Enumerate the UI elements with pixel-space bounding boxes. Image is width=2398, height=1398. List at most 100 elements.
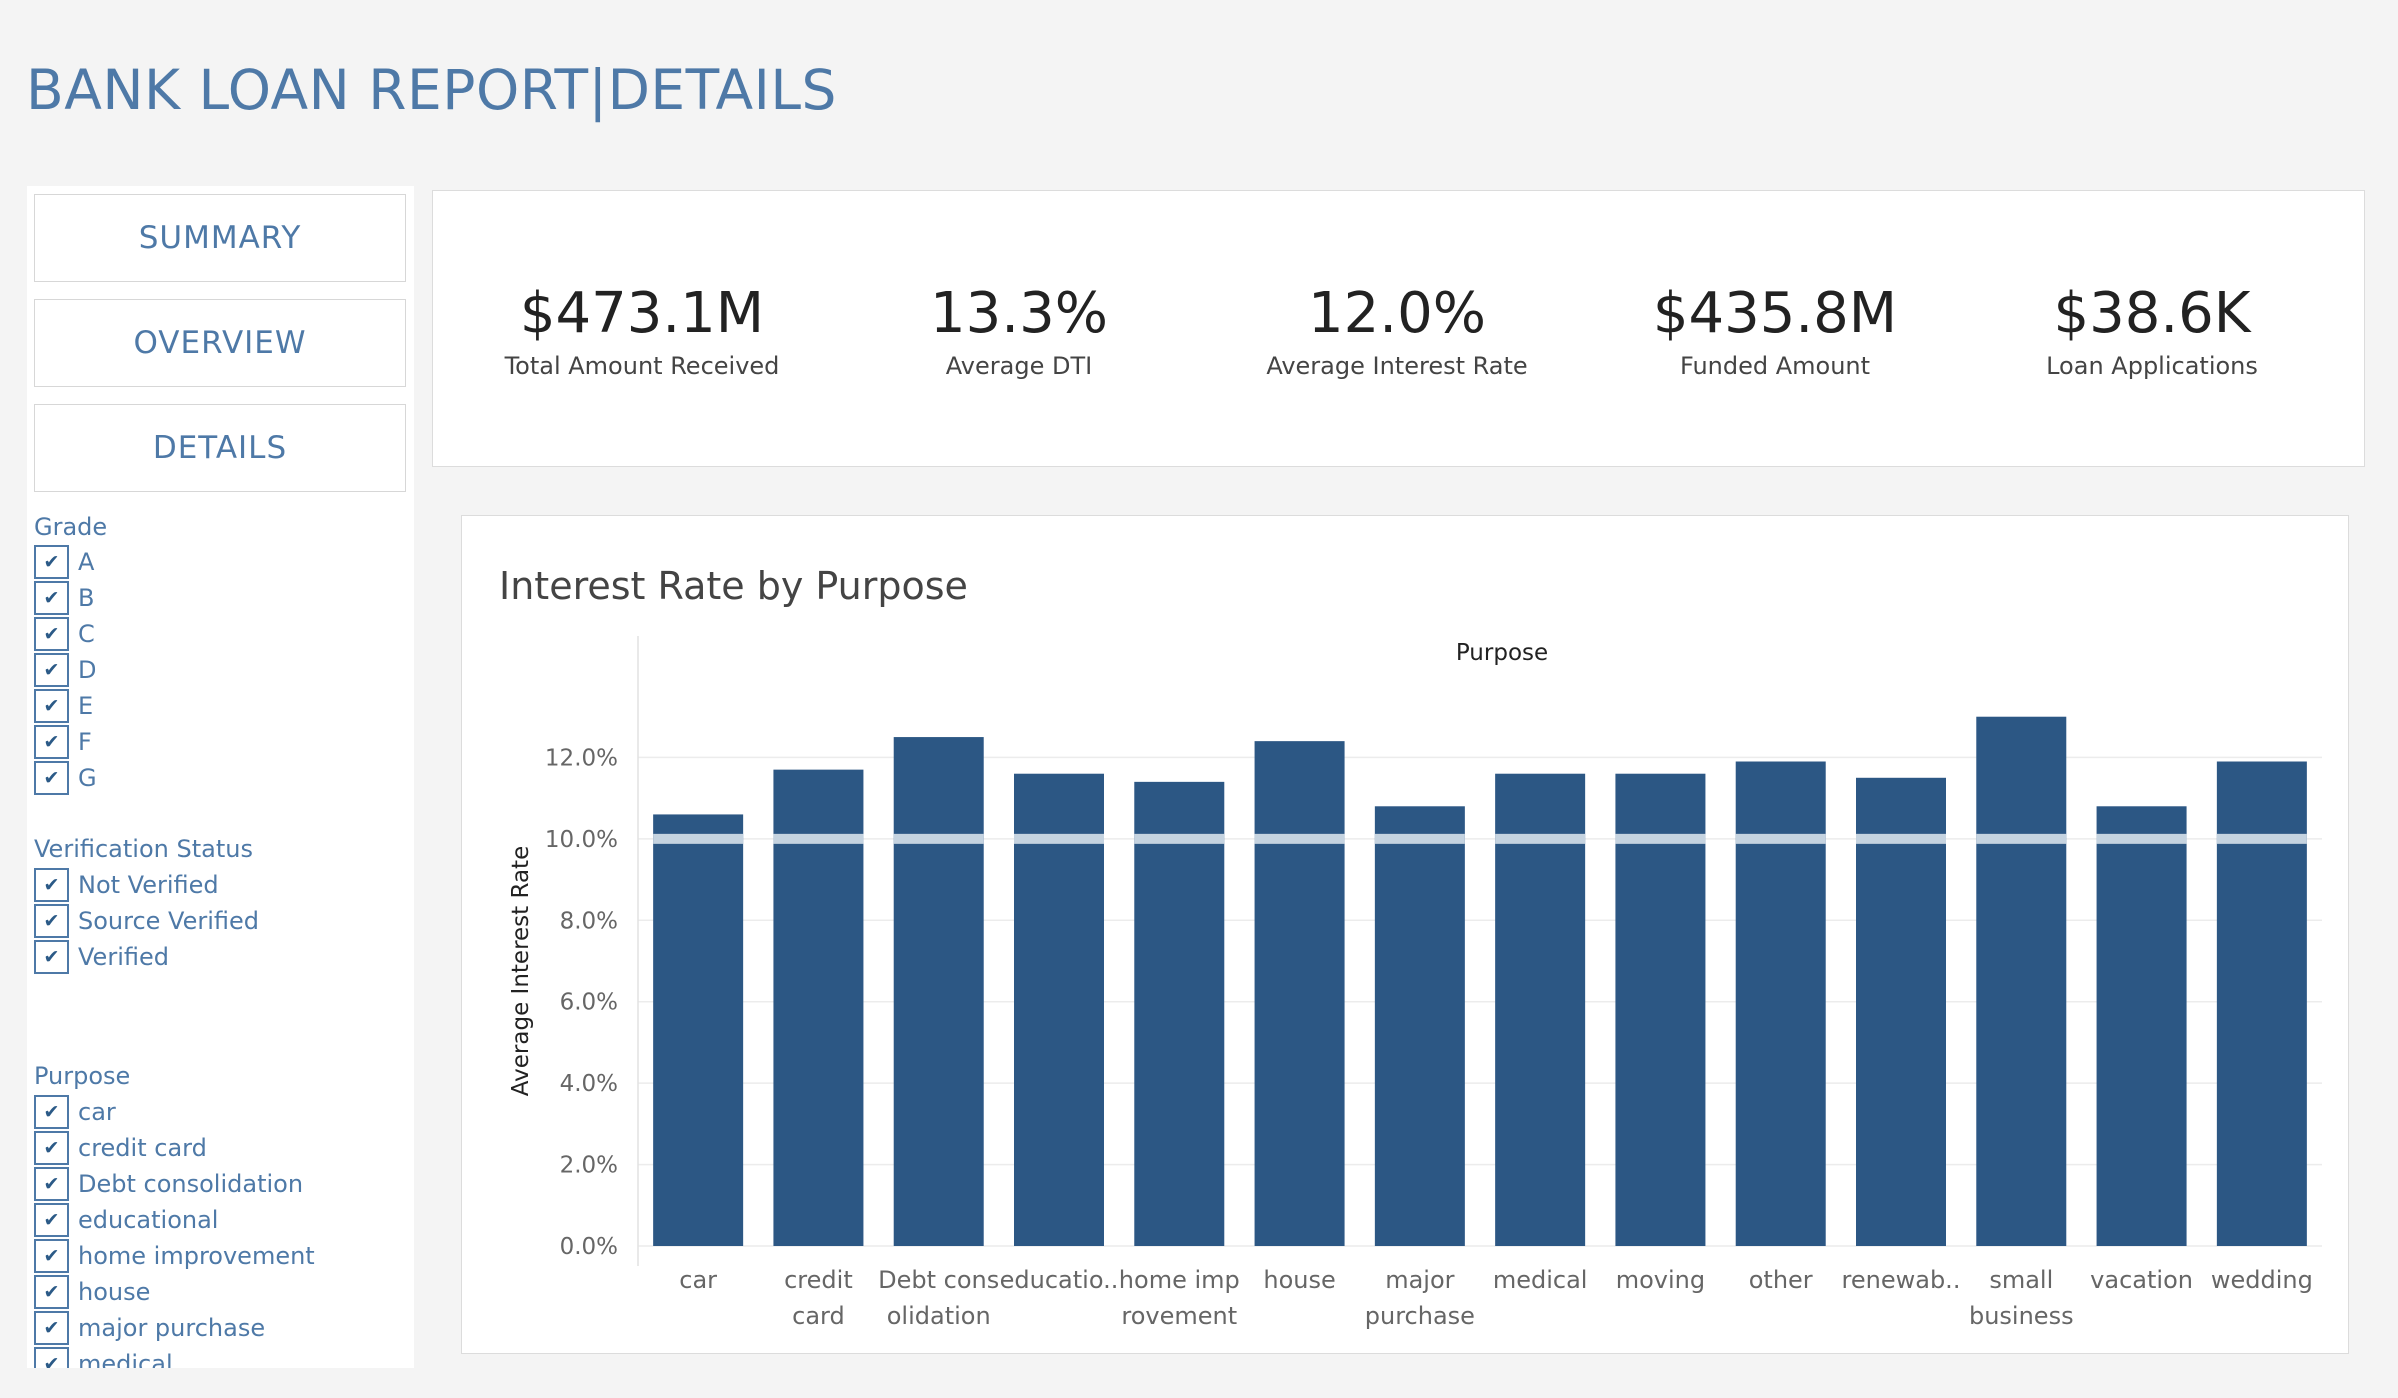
checkbox[interactable]: ✔ xyxy=(34,1203,69,1237)
filter-item-label: Verified xyxy=(78,943,169,971)
purpose-filter-item[interactable]: ✔ credit card xyxy=(34,1130,315,1166)
x-tick-label: business xyxy=(1969,1302,2074,1330)
checkbox[interactable]: ✔ xyxy=(34,1275,69,1309)
bar xyxy=(893,737,984,1246)
checkbox[interactable]: ✔ xyxy=(34,1095,69,1129)
purpose-filter-item[interactable]: ✔ car xyxy=(34,1094,315,1130)
verification-filter-item[interactable]: ✔ Source Verified xyxy=(34,903,259,939)
x-tick-label: major xyxy=(1385,1266,1454,1294)
page-title: BANK LOAN REPORT|DETAILS xyxy=(26,58,837,122)
checkmark-icon: ✔ xyxy=(43,658,60,681)
verification-filter-item[interactable]: ✔ Not Verified xyxy=(34,867,259,903)
checkmark-icon: ✔ xyxy=(43,1244,60,1267)
x-tick-label: wedding xyxy=(2211,1266,2313,1294)
purpose-filter-item[interactable]: ✔ Debt consolidation xyxy=(34,1166,315,1202)
kpi-panel: $473.1M Total Amount Received 13.3% Aver… xyxy=(432,190,2365,467)
filter-item-label: major purchase xyxy=(78,1314,266,1342)
checkbox[interactable]: ✔ xyxy=(34,1347,69,1368)
x-tick-label: olidation xyxy=(887,1302,991,1330)
x-tick-label: moving xyxy=(1616,1266,1705,1294)
verification-filter-item[interactable]: ✔ Verified xyxy=(34,939,259,975)
kpi-value: $473.1M xyxy=(519,281,765,346)
reference-line xyxy=(1374,833,1465,844)
purpose-filter-item[interactable]: ✔ home improvement xyxy=(34,1238,315,1274)
reference-line xyxy=(893,833,984,844)
checkbox[interactable]: ✔ xyxy=(34,653,69,687)
kpi-average-interest-rate: 12.0% Average Interest Rate xyxy=(1217,281,1577,380)
x-tick-label: card xyxy=(792,1302,845,1330)
purpose-filter-item[interactable]: ✔ educational xyxy=(34,1202,315,1238)
grade-filter-item[interactable]: ✔ B xyxy=(34,580,97,616)
checkmark-icon: ✔ xyxy=(43,1316,60,1339)
checkbox[interactable]: ✔ xyxy=(34,1311,69,1345)
checkmark-icon: ✔ xyxy=(43,945,60,968)
x-tick-label: small xyxy=(1989,1266,2053,1294)
grade-filter-item[interactable]: ✔ D xyxy=(34,652,97,688)
checkbox[interactable]: ✔ xyxy=(34,689,69,723)
reference-line xyxy=(1014,833,1104,844)
grade-filter-item[interactable]: ✔ E xyxy=(34,688,97,724)
y-tick-label: 6.0% xyxy=(560,990,618,1016)
filter-item-label: Source Verified xyxy=(78,907,260,935)
purpose-filter-list: ✔ car ✔ credit card ✔ Debt consolidation ✔ educ… xyxy=(34,1094,315,1368)
grade-filter-item[interactable]: ✔ G xyxy=(34,760,97,796)
kpi-loan-applications: $38.6K Loan Applications xyxy=(1972,281,2332,380)
grade-filter-title: Grade xyxy=(34,513,108,541)
checkbox[interactable]: ✔ xyxy=(34,904,69,938)
bar xyxy=(1254,741,1345,1246)
reference-line xyxy=(773,833,864,844)
checkmark-icon: ✔ xyxy=(43,1280,60,1303)
reference-line xyxy=(1254,833,1345,844)
checkmark-icon: ✔ xyxy=(43,766,60,789)
checkbox[interactable]: ✔ xyxy=(34,940,69,974)
chart-panel: Interest Rate by Purpose 0.0% 2.0% 4.0% 6.0… xyxy=(461,515,2349,1354)
checkbox[interactable]: ✔ xyxy=(34,581,69,615)
nav-summary-button[interactable]: SUMMARY xyxy=(34,194,406,282)
kpi-value: 12.0% xyxy=(1308,281,1486,346)
x-tick-label: other xyxy=(1749,1266,1813,1294)
nav-details-button[interactable]: DETAILS xyxy=(34,404,406,492)
bar xyxy=(1014,773,1104,1246)
checkbox[interactable]: ✔ xyxy=(34,1167,69,1201)
checkbox[interactable]: ✔ xyxy=(34,545,69,579)
grade-filter-item[interactable]: ✔ F xyxy=(34,724,97,760)
bar xyxy=(1976,716,2067,1246)
checkbox[interactable]: ✔ xyxy=(34,1239,69,1273)
bar xyxy=(2096,806,2187,1246)
checkmark-icon: ✔ xyxy=(43,909,60,932)
kpi-average-dti: 13.3% Average DTI xyxy=(839,281,1199,380)
checkbox[interactable]: ✔ xyxy=(34,761,69,795)
kpi-label: Loan Applications xyxy=(2046,352,2258,380)
checkmark-icon: ✔ xyxy=(43,550,60,573)
purpose-filter-item[interactable]: ✔ major purchase xyxy=(34,1310,315,1346)
x-tick-label: car xyxy=(679,1266,717,1294)
verification-filter-title: Verification Status xyxy=(34,835,253,863)
filter-item-label: educational xyxy=(78,1206,219,1234)
y-tick-label: 2.0% xyxy=(560,1153,618,1179)
y-tick-label: 10.0% xyxy=(545,827,618,853)
checkbox[interactable]: ✔ xyxy=(34,868,69,902)
grade-filter-item[interactable]: ✔ A xyxy=(34,544,97,580)
checkbox[interactable]: ✔ xyxy=(34,617,69,651)
purpose-filter-item[interactable]: ✔ house xyxy=(34,1274,315,1310)
filter-item-label: Not Verified xyxy=(78,871,219,899)
nav-overview-button[interactable]: OVERVIEW xyxy=(34,299,406,387)
bar xyxy=(653,814,744,1246)
filter-item-label: B xyxy=(78,584,95,612)
x-tick-label: medical xyxy=(1493,1266,1588,1294)
checkbox[interactable]: ✔ xyxy=(34,725,69,759)
kpi-label: Total Amount Received xyxy=(504,352,780,380)
verification-filter-list: ✔ Not Verified ✔ Source Verified ✔ Verified xyxy=(34,867,259,975)
kpi-label: Average DTI xyxy=(945,352,1093,380)
grade-filter-item[interactable]: ✔ C xyxy=(34,616,97,652)
reference-line xyxy=(2216,833,2307,844)
filter-item-label: Debt consolidation xyxy=(78,1170,304,1198)
filter-item-label: car xyxy=(78,1098,116,1126)
y-tick-label: 0.0% xyxy=(560,1234,618,1260)
kpi-value: $435.8M xyxy=(1652,281,1898,346)
sidebar: SUMMARY OVERVIEW DETAILS Grade ✔ A ✔ B ✔ C ✔ D ✔… xyxy=(27,186,414,1368)
purpose-filter-item[interactable]: ✔ medical xyxy=(34,1346,315,1368)
checkbox[interactable]: ✔ xyxy=(34,1131,69,1165)
x-tick-label: purchase xyxy=(1365,1302,1475,1330)
checkmark-icon: ✔ xyxy=(43,586,60,609)
